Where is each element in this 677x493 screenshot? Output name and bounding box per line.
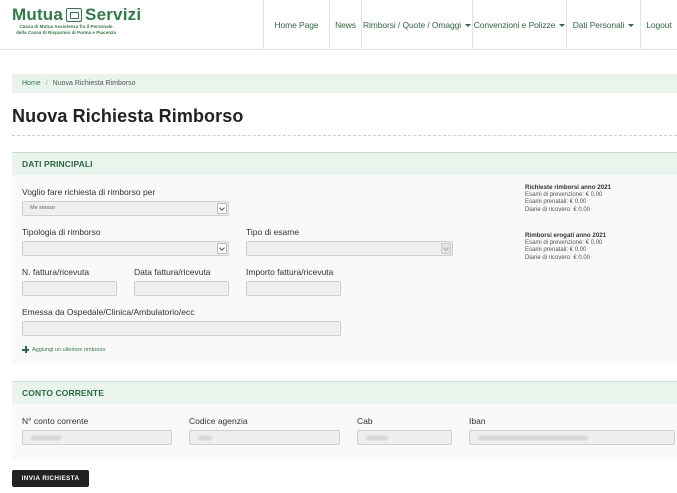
stats-erogati-title: Rimborsi erogati anno 2021 bbox=[525, 232, 607, 239]
breadcrumb-current: Nuova Richiesta Rimborso bbox=[52, 80, 136, 87]
conto-input[interactable] bbox=[22, 430, 172, 445]
logo-subtitle-line2: della Cassa di Risparmio di Parma e Piac… bbox=[16, 29, 116, 35]
stats-richieste-ricovero: Diarie di ricovero: € 0.00 bbox=[525, 206, 591, 213]
nav-item-news[interactable]: News bbox=[329, 0, 361, 50]
title-divider bbox=[12, 135, 677, 136]
richiesta-per-label: Voglio fare richiesta di rimborso per bbox=[22, 187, 156, 197]
iban-label: Iban bbox=[469, 416, 486, 426]
stats-richieste-prenatali: Esami prenatali: € 0.00 bbox=[525, 199, 587, 205]
blurred-value bbox=[478, 436, 588, 440]
iban-input[interactable] bbox=[469, 430, 675, 445]
tipo-esame-label: Tipo di esame bbox=[246, 227, 300, 237]
plus-icon bbox=[22, 346, 29, 353]
logo-title-right: Servizi bbox=[85, 5, 142, 24]
add-rimborso-link[interactable]: Aggiungi un ulteriore rimborso bbox=[22, 346, 105, 353]
importo-input[interactable] bbox=[246, 281, 341, 296]
stats-erogati-ricovero: Diarie di ricovero: € 0.00 bbox=[525, 254, 591, 261]
agenzia-input[interactable] bbox=[189, 430, 340, 445]
logo-subtitle-line1: Cassa di Mutua Assistenza fra il Persona… bbox=[19, 24, 113, 29]
emessa-input[interactable] bbox=[22, 321, 341, 336]
logo-title-left: Mutua bbox=[12, 5, 64, 24]
logo-subtitle: Cassa di Mutua Assistenza fra il Persona… bbox=[12, 24, 120, 35]
blurred-value bbox=[366, 436, 388, 440]
chevron-down-icon bbox=[217, 203, 227, 214]
conto-label: N° conto corrente bbox=[22, 416, 89, 426]
richiesta-per-select[interactable]: Me stesso bbox=[22, 201, 229, 216]
tipologia-select[interactable] bbox=[22, 241, 229, 256]
breadcrumb-home-link[interactable]: Home bbox=[22, 80, 41, 87]
data-fattura-input[interactable] bbox=[134, 281, 229, 296]
n-fattura-input[interactable] bbox=[22, 281, 117, 296]
n-fattura-label: N. fattura/ricevuta bbox=[22, 267, 90, 277]
breadcrumb-separator: / bbox=[45, 80, 48, 87]
stats-richieste: Richieste rimborsi anno 2021 Esami di pr… bbox=[525, 184, 611, 214]
nav-item-logout[interactable]: Logout bbox=[640, 0, 677, 50]
importo-label: Importo fattura/ricevuta bbox=[246, 267, 334, 277]
logo-emblem-icon bbox=[66, 7, 83, 22]
chevron-down-icon bbox=[441, 243, 451, 254]
chevron-down-icon bbox=[559, 23, 566, 27]
logo[interactable]: Mutua Servizi Cassa di Mutua Assistenza … bbox=[12, 6, 172, 35]
invia-richiesta-button[interactable]: INVIA RICHIESTA bbox=[12, 470, 89, 487]
nav-item-rimborsi[interactable]: Rimborsi / Quote / Omaggi bbox=[361, 0, 472, 50]
main-nav: Home Page News Rimborsi / Quote / Omaggi… bbox=[263, 0, 677, 50]
tipo-esame-select[interactable] bbox=[246, 241, 453, 256]
agenzia-label: Codice agenzia bbox=[189, 416, 248, 426]
stats-erogati-prenatali: Esami prenatali: € 0.00 bbox=[525, 247, 587, 253]
cab-input[interactable] bbox=[357, 430, 452, 445]
blurred-value bbox=[31, 436, 61, 440]
blurred-value bbox=[198, 436, 212, 440]
data-fattura-label: Data fattura/ricevuta bbox=[134, 267, 211, 277]
richiesta-per-value: Me stesso bbox=[30, 205, 56, 211]
cab-label: Cab bbox=[357, 416, 373, 426]
emessa-label: Emessa da Ospedale/Clinica/Ambulatorio/e… bbox=[22, 307, 195, 317]
nav-item-dati-personali[interactable]: Dati Personali bbox=[566, 0, 640, 50]
tipologia-label: Tipologia di rimborso bbox=[22, 227, 101, 237]
stats-richieste-title: Richieste rimborsi anno 2021 bbox=[525, 184, 611, 191]
nav-item-convenzioni[interactable]: Convenzioni e Polizze bbox=[472, 0, 566, 50]
nav-item-home-page[interactable]: Home Page bbox=[263, 0, 329, 50]
chevron-down-icon bbox=[628, 23, 635, 27]
top-navbar: Mutua Servizi Cassa di Mutua Assistenza … bbox=[0, 0, 677, 50]
section-header-conto-corrente: CONTO CORRENTE bbox=[12, 381, 677, 404]
chevron-down-icon bbox=[217, 243, 227, 254]
stats-richieste-prevenzione: Esami di prevenzione: € 0.00 bbox=[525, 191, 603, 198]
chevron-down-icon bbox=[465, 23, 472, 27]
breadcrumb: Home / Nuova Richiesta Rimborso bbox=[12, 74, 677, 93]
section-header-dati-principali: DATI PRINCIPALI bbox=[12, 152, 677, 175]
page-title: Nuova Richiesta Rimborso bbox=[12, 106, 244, 126]
stats-erogati-prevenzione: Esami di prevenzione: € 0.00 bbox=[525, 239, 603, 246]
stats-erogati: Rimborsi erogati anno 2021 Esami di prev… bbox=[525, 232, 606, 262]
